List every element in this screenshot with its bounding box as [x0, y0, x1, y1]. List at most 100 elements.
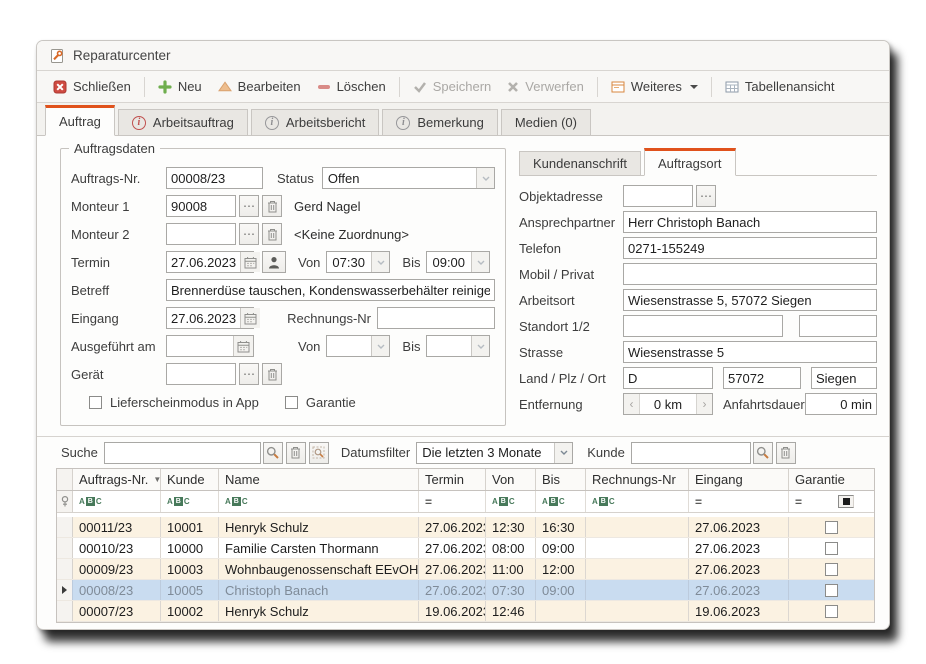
filter-rechnungs-nr[interactable]: ABC — [586, 491, 689, 512]
arbeitsort-field[interactable] — [623, 289, 877, 311]
geraet-lookup-button[interactable]: ⋯ — [239, 363, 259, 385]
garantie-checkbox[interactable] — [825, 584, 838, 597]
column-header-termin[interactable]: Termin — [419, 469, 486, 490]
filter-pin-cell — [57, 491, 73, 512]
rechnungs-nr-field[interactable] — [377, 307, 495, 329]
tab-bemerkung[interactable]: i Bemerkung — [382, 109, 497, 136]
termin-date-field[interactable]: 27.06.2023 — [166, 251, 254, 273]
monteur1-lookup-button[interactable]: ⋯ — [239, 195, 259, 217]
calendar-icon[interactable] — [240, 252, 260, 272]
table-row[interactable]: 00009/23 10003 Wohnbaugenossenschaft EEv… — [57, 559, 874, 580]
anfahrtsdauer-field[interactable] — [805, 393, 877, 415]
kunde-search-input[interactable] — [631, 442, 751, 464]
column-header-kunde[interactable]: Kunde — [161, 469, 219, 490]
table-view-button[interactable]: Tabellenansicht — [717, 75, 843, 98]
discard-button[interactable]: Verwerfen — [499, 75, 592, 98]
filter-garantie[interactable]: = — [789, 491, 874, 512]
tab-arbeitsauftrag[interactable]: i Arbeitsauftrag — [118, 109, 248, 136]
termin-von-select[interactable]: 07:30 — [326, 251, 390, 273]
kunde-clear-button[interactable] — [776, 442, 796, 464]
garantie-checkbox[interactable] — [825, 542, 838, 555]
column-header-von[interactable]: Von — [486, 469, 536, 490]
mobil-field[interactable] — [623, 263, 877, 285]
plus-icon — [158, 80, 172, 94]
standort1-field[interactable] — [623, 315, 783, 337]
ausgefuehrt-date-field[interactable] — [166, 335, 254, 357]
filter-kunde[interactable]: ABC — [161, 491, 219, 512]
search-button[interactable] — [263, 442, 283, 464]
search-input[interactable] — [104, 442, 261, 464]
eingang-date-field[interactable]: 27.06.2023 — [166, 307, 254, 329]
calendar-icon[interactable] — [240, 308, 260, 328]
delete-button[interactable]: Löschen — [309, 75, 394, 98]
plz-field[interactable] — [723, 367, 801, 389]
betreff-field[interactable] — [166, 279, 495, 301]
monteur2-field[interactable] — [166, 223, 236, 245]
spin-right-icon[interactable]: › — [696, 394, 712, 414]
search-options-button[interactable] — [309, 442, 329, 464]
column-header-bis[interactable]: Bis — [536, 469, 586, 490]
ausgefuehrt-bis-select[interactable] — [426, 335, 490, 357]
table-row-selected[interactable]: 00008/23 10005 Christoph Banach 27.06.20… — [57, 580, 874, 601]
termin-bis-select[interactable]: 09:00 — [426, 251, 490, 273]
monteur2-lookup-button[interactable]: ⋯ — [239, 223, 259, 245]
filter-eingang[interactable]: = — [689, 491, 789, 512]
auftrags-nr-field[interactable] — [166, 167, 263, 189]
column-label: Kunde — [167, 472, 205, 487]
column-header-eingang[interactable]: Eingang — [689, 469, 789, 490]
column-header-rechnungs-nr[interactable]: Rechnungs-Nr — [586, 469, 689, 490]
more-button[interactable]: Weiteres — [603, 75, 706, 98]
filter-name[interactable]: ABC — [219, 491, 419, 512]
monteur2-clear-button[interactable] — [262, 223, 282, 245]
telefon-field[interactable] — [623, 237, 877, 259]
strasse-field[interactable] — [623, 341, 877, 363]
datumsfilter-select[interactable]: Die letzten 3 Monate — [416, 442, 573, 464]
kunde-search-button[interactable] — [753, 442, 773, 464]
tab-kundenanschrift[interactable]: Kundenanschrift — [519, 151, 641, 176]
table-row[interactable]: 00011/23 10001 Henryk Schulz 27.06.2023 … — [57, 517, 874, 538]
status-select[interactable]: Offen — [322, 167, 495, 189]
spin-left-icon[interactable]: ‹ — [624, 394, 640, 414]
filter-termin[interactable]: = — [419, 491, 486, 512]
garantie-checkbox[interactable] — [825, 521, 838, 534]
assign-person-button[interactable] — [262, 251, 286, 273]
objektadresse-field[interactable] — [623, 185, 693, 207]
table-row[interactable]: 00010/23 10000 Familie Carsten Thormann … — [57, 538, 874, 559]
save-button[interactable]: Speichern — [405, 75, 500, 98]
arbeitsort-label: Arbeitsort — [519, 293, 623, 308]
table-row[interactable]: 00007/23 10002 Henryk Schulz 19.06.2023 … — [57, 601, 874, 622]
objektadresse-lookup-button[interactable]: ⋯ — [696, 185, 716, 207]
column-header-auftrags-nr[interactable]: Auftrags-Nr. ▼ — [73, 469, 161, 490]
filter-von[interactable]: ABC — [486, 491, 536, 512]
close-button[interactable]: Schließen — [45, 75, 139, 98]
tab-auftragsort[interactable]: Auftragsort — [644, 148, 736, 176]
filter-auftrags-nr[interactable]: ABC — [73, 491, 161, 512]
clear-search-button[interactable] — [286, 442, 306, 464]
tab-arbeitsbericht[interactable]: i Arbeitsbericht — [251, 109, 379, 136]
ansprechpartner-field[interactable] — [623, 211, 877, 233]
land-field[interactable] — [623, 367, 713, 389]
new-button[interactable]: Neu — [150, 75, 210, 98]
geraet-field[interactable] — [166, 363, 236, 385]
column-header-name[interactable]: Name — [219, 469, 419, 490]
tab-medien[interactable]: Medien (0) — [501, 109, 591, 136]
edit-button[interactable]: Bearbeiten — [210, 75, 309, 98]
garantie-filter-checkbox[interactable] — [838, 495, 854, 508]
garantie-checkbox[interactable] — [825, 605, 838, 618]
geraet-clear-button[interactable] — [262, 363, 282, 385]
garantie-checkbox[interactable] — [285, 396, 298, 409]
cell-rechnungs-nr — [586, 538, 689, 558]
calendar-icon[interactable] — [233, 336, 253, 356]
garantie-checkbox[interactable] — [825, 563, 838, 576]
abc-letter: B — [499, 497, 508, 506]
standort2-field[interactable] — [799, 315, 877, 337]
filter-bis[interactable]: ABC — [536, 491, 586, 512]
ort-field[interactable] — [811, 367, 877, 389]
column-header-garantie[interactable]: Garantie — [789, 469, 874, 490]
monteur1-field[interactable] — [166, 195, 236, 217]
lieferschein-checkbox[interactable] — [89, 396, 102, 409]
monteur1-clear-button[interactable] — [262, 195, 282, 217]
ausgefuehrt-von-select[interactable] — [326, 335, 390, 357]
tab-auftrag[interactable]: Auftrag — [45, 105, 115, 136]
entfernung-spinner[interactable]: ‹ 0 km › — [623, 393, 713, 415]
